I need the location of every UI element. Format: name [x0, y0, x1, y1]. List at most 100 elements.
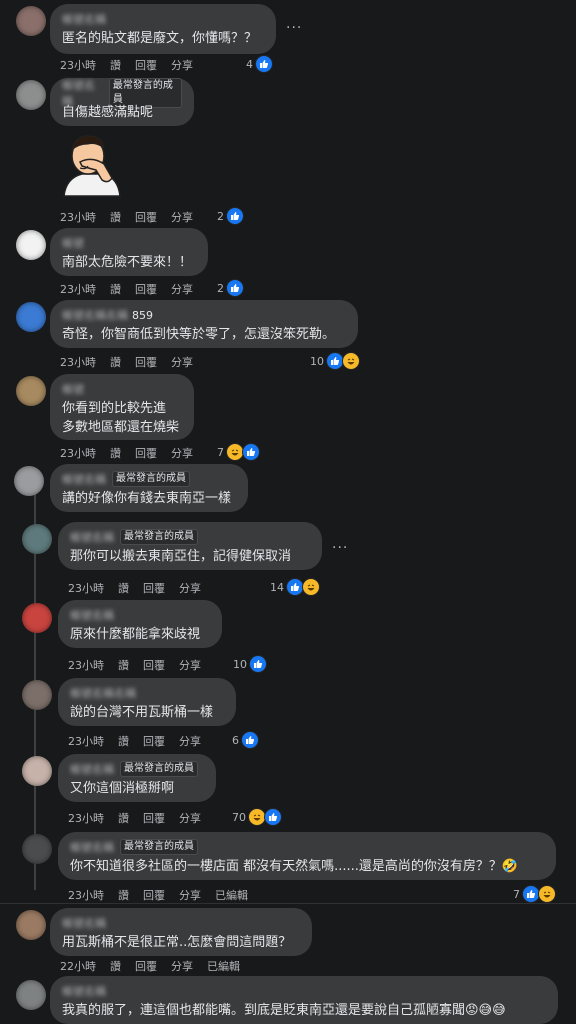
like-button[interactable]: 讚 [118, 733, 129, 749]
share-button[interactable]: 分享 [179, 657, 201, 673]
share-button[interactable]: 分享 [179, 580, 201, 596]
facepalm-sticker[interactable] [58, 130, 122, 198]
avatar[interactable] [22, 756, 52, 786]
like-button[interactable]: 讚 [110, 354, 121, 370]
comment-bubble: 帳號 南部太危險不要來！！ [50, 228, 208, 276]
reaction-summary[interactable]: 6 [232, 731, 259, 749]
comment-time[interactable]: 23小時 [68, 810, 104, 826]
comment-time[interactable]: 23小時 [60, 281, 96, 297]
reaction-summary[interactable]: 10 [233, 655, 267, 673]
comment-time[interactable]: 23小時 [60, 209, 96, 225]
avatar[interactable] [22, 680, 52, 710]
share-button[interactable]: 分享 [171, 57, 193, 73]
commenter-name[interactable]: 帳號名稱名稱 [70, 685, 136, 701]
like-button[interactable]: 讚 [110, 445, 121, 461]
comment-time[interactable]: 22小時 [60, 958, 96, 974]
share-button[interactable]: 分享 [179, 887, 201, 903]
commenter-name[interactable]: 帳號名稱 [70, 839, 114, 855]
share-button[interactable]: 分享 [171, 281, 193, 297]
like-icon [242, 443, 260, 461]
avatar[interactable] [16, 376, 46, 406]
commenter-name[interactable]: 帳號名稱 [70, 607, 114, 623]
haha-icon [342, 352, 360, 370]
edited-label[interactable]: 已編輯 [215, 887, 248, 903]
comment-text: 那你可以搬去東南亞住，記得健保取消 [70, 549, 292, 564]
avatar[interactable] [16, 6, 46, 36]
comment-text: 我真的服了，連這個也都能嘴。到底是貶東南亞還是要說自己孤陋寡聞😡😅😅 [62, 1003, 506, 1018]
reaction-summary[interactable]: 2 [217, 279, 244, 297]
top-contributor-badge: 最常發言的成員 [112, 471, 190, 487]
reply-button[interactable]: 回覆 [135, 445, 157, 461]
like-button[interactable]: 讚 [110, 57, 121, 73]
reply-button[interactable]: 回覆 [135, 281, 157, 297]
commenter-name[interactable]: 帳號 [62, 381, 84, 397]
commenter-name[interactable]: 帳號名稱 [62, 471, 106, 487]
share-button[interactable]: 分享 [171, 209, 193, 225]
share-button[interactable]: 分享 [171, 354, 193, 370]
reply-button[interactable]: 回覆 [135, 57, 157, 73]
like-button[interactable]: 讚 [118, 580, 129, 596]
avatar[interactable] [16, 910, 46, 940]
commenter-name[interactable]: 帳號名稱名稱 [62, 307, 128, 323]
like-button[interactable]: 讚 [110, 958, 121, 974]
share-button[interactable]: 分享 [179, 810, 201, 826]
avatar[interactable] [16, 980, 46, 1010]
more-options-icon[interactable]: ··· [332, 540, 348, 556]
commenter-name[interactable]: 帳號 [62, 235, 84, 251]
avatar[interactable] [22, 524, 52, 554]
comment-time[interactable]: 23小時 [68, 733, 104, 749]
avatar[interactable] [16, 80, 46, 110]
reaction-summary[interactable]: 7 [513, 885, 556, 903]
avatar[interactable] [22, 834, 52, 864]
reply-button[interactable]: 回覆 [135, 958, 157, 974]
reaction-summary[interactable]: 4 [246, 55, 273, 73]
comment-text: 原來什麼都能拿來歧視 [70, 627, 201, 642]
reaction-summary[interactable]: 2 [217, 207, 244, 225]
reply-button[interactable]: 回覆 [143, 887, 165, 903]
commenter-name[interactable]: 帳號名稱 [62, 77, 103, 109]
reaction-summary[interactable]: 7 [217, 443, 260, 461]
top-contributor-badge: 最常發言的成員 [120, 761, 198, 777]
like-button[interactable]: 讚 [110, 209, 121, 225]
comment-text: 你不知道很多社區的一樓店面 都沒有天然氣嗎......還是高尚的你沒有房？？🤣 [70, 859, 519, 874]
comment-text-line-1: 你看到的比較先進 [62, 401, 167, 416]
comment-time[interactable]: 23小時 [60, 445, 96, 461]
comment-text: 匿名的貼文都是廢文，你懂嗎？？ [62, 31, 258, 46]
commenter-name[interactable]: 帳號名稱 [70, 529, 114, 545]
comment-time[interactable]: 23小時 [68, 887, 104, 903]
commenter-name[interactable]: 帳號名稱 [62, 983, 106, 999]
avatar[interactable] [22, 603, 52, 633]
reply-button[interactable]: 回覆 [135, 209, 157, 225]
avatar[interactable] [16, 302, 46, 332]
avatar[interactable] [14, 466, 44, 496]
like-button[interactable]: 讚 [118, 887, 129, 903]
reaction-summary[interactable]: 14 [270, 578, 320, 596]
comment-bubble: 帳號名稱 原來什麼都能拿來歧視 [58, 600, 222, 648]
like-button[interactable]: 讚 [118, 657, 129, 673]
reply-button[interactable]: 回覆 [143, 733, 165, 749]
edited-label[interactable]: 已編輯 [207, 958, 240, 974]
share-button[interactable]: 分享 [171, 958, 193, 974]
reaction-count: 4 [246, 57, 253, 71]
reaction-summary[interactable]: 10 [310, 352, 360, 370]
share-button[interactable]: 分享 [179, 733, 201, 749]
reply-button[interactable]: 回覆 [143, 657, 165, 673]
avatar[interactable] [16, 230, 46, 260]
comment-text: 又你這個消極掰啊 [70, 781, 175, 796]
comment-time[interactable]: 23小時 [60, 354, 96, 370]
reaction-summary[interactable]: 70 [232, 808, 282, 826]
commenter-name[interactable]: 帳號名稱 [62, 915, 106, 931]
reply-button[interactable]: 回覆 [135, 354, 157, 370]
more-options-icon[interactable]: ··· [286, 20, 302, 36]
reaction-count: 7 [217, 445, 224, 459]
like-button[interactable]: 讚 [110, 281, 121, 297]
comment-time[interactable]: 23小時 [68, 580, 104, 596]
commenter-name[interactable]: 帳號名稱 [70, 761, 114, 777]
commenter-name[interactable]: 帳號名稱 [62, 11, 106, 27]
like-button[interactable]: 讚 [118, 810, 129, 826]
reply-button[interactable]: 回覆 [143, 580, 165, 596]
reply-button[interactable]: 回覆 [143, 810, 165, 826]
share-button[interactable]: 分享 [171, 445, 193, 461]
comment-time[interactable]: 23小時 [68, 657, 104, 673]
comment-time[interactable]: 23小時 [60, 57, 96, 73]
